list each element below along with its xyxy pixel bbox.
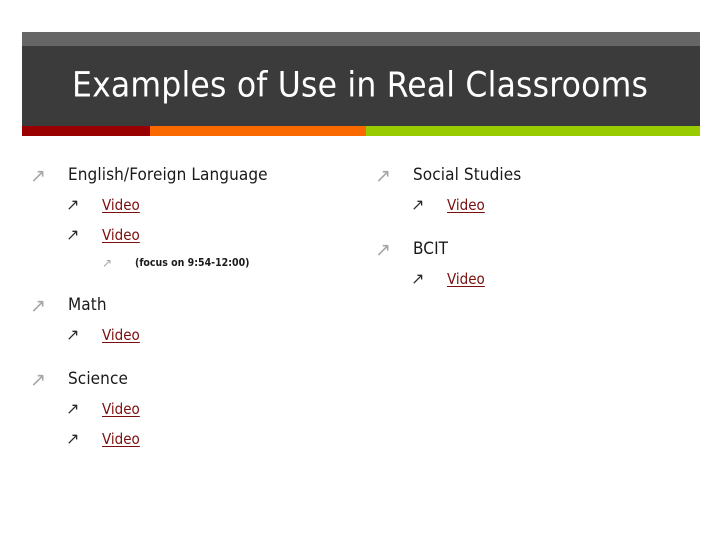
- accent-stripe-orange: [150, 126, 367, 136]
- arrow-bullet-icon: ↗: [66, 399, 80, 418]
- arrow-bullet-icon: ↗: [411, 195, 425, 214]
- bullet-row: ↗ Science: [30, 364, 360, 394]
- bullet-row: ↗ BCIT: [375, 234, 705, 264]
- sublist: ↗ Video ↗ Video: [30, 394, 360, 454]
- video-link[interactable]: Video: [447, 270, 485, 288]
- list-item: ↗ Social Studies ↗ Video: [375, 160, 705, 220]
- bullet-row: ↗ Video: [66, 394, 360, 424]
- list-item: ↗ Video: [66, 320, 360, 350]
- bullet-row: ↗ Video: [411, 264, 705, 294]
- bullet-row: ↗ Social Studies: [375, 160, 705, 190]
- accent-stripe-red: [22, 126, 151, 136]
- arrow-bullet-icon: ↗: [30, 164, 46, 187]
- right-bullet-list: ↗ Social Studies ↗ Video ↗ BCIT ↗ Video: [375, 160, 705, 294]
- accent-stripe: [22, 126, 700, 136]
- topic-label: Math: [68, 295, 107, 315]
- video-link[interactable]: Video: [447, 196, 485, 214]
- bullet-row: ↗ Video: [66, 220, 360, 250]
- right-column: ↗ Social Studies ↗ Video ↗ BCIT ↗ Video: [375, 160, 705, 294]
- list-item: ↗ Video: [66, 190, 360, 220]
- list-item: ↗ Math ↗ Video: [30, 290, 360, 350]
- list-item: ↗ Video: [411, 190, 705, 220]
- note-label: (focus on 9:54-12:00): [135, 257, 250, 269]
- list-item: ↗ English/Foreign Language ↗ Video ↗ Vid…: [30, 160, 360, 276]
- header-title-bar: Examples of Use in Real Classrooms: [22, 46, 700, 126]
- arrow-bullet-icon: ↗: [411, 269, 425, 288]
- bullet-row: ↗ English/Foreign Language: [30, 160, 360, 190]
- video-link[interactable]: Video: [102, 226, 140, 244]
- list-item: ↗ Video: [411, 264, 705, 294]
- video-link[interactable]: Video: [102, 196, 140, 214]
- arrow-bullet-icon: ↗: [102, 256, 113, 270]
- bullet-row: ↗ Video: [66, 424, 360, 454]
- arrow-bullet-icon: ↗: [66, 325, 80, 344]
- video-link[interactable]: Video: [102, 400, 140, 418]
- list-item: ↗ Science ↗ Video ↗ Video: [30, 364, 360, 454]
- list-item: ↗ (focus on 9:54-12:00): [102, 250, 360, 276]
- slide-header: Examples of Use in Real Classrooms: [22, 32, 700, 136]
- arrow-bullet-icon: ↗: [375, 164, 391, 187]
- bullet-row: ↗ (focus on 9:54-12:00): [102, 250, 360, 276]
- slide: Examples of Use in Real Classrooms ↗ Eng…: [0, 0, 720, 540]
- topic-label: Science: [68, 369, 129, 389]
- topic-label: BCIT: [413, 239, 449, 259]
- topic-label: English/Foreign Language: [68, 165, 268, 185]
- page-title: Examples of Use in Real Classrooms: [72, 65, 649, 106]
- list-item: ↗ Video ↗ (focus on 9:54-12:00): [66, 220, 360, 276]
- arrow-bullet-icon: ↗: [30, 368, 46, 391]
- video-link[interactable]: Video: [102, 430, 140, 448]
- arrow-bullet-icon: ↗: [66, 225, 80, 244]
- accent-stripe-green: [366, 126, 700, 136]
- list-item: ↗ Video: [66, 394, 360, 424]
- list-item: ↗ Video: [66, 424, 360, 454]
- arrow-bullet-icon: ↗: [30, 294, 46, 317]
- bullet-row: ↗ Math: [30, 290, 360, 320]
- sublist: ↗ Video: [30, 320, 360, 350]
- header-top-band: [22, 32, 700, 46]
- sublist: ↗ Video: [375, 190, 705, 220]
- topic-label: Social Studies: [413, 165, 522, 185]
- video-link[interactable]: Video: [102, 326, 140, 344]
- left-column: ↗ English/Foreign Language ↗ Video ↗ Vid…: [30, 160, 360, 454]
- sublist: ↗ Video: [375, 264, 705, 294]
- arrow-bullet-icon: ↗: [66, 195, 80, 214]
- bullet-row: ↗ Video: [66, 320, 360, 350]
- left-bullet-list: ↗ English/Foreign Language ↗ Video ↗ Vid…: [30, 160, 360, 454]
- list-item: ↗ BCIT ↗ Video: [375, 234, 705, 294]
- slide-body: ↗ English/Foreign Language ↗ Video ↗ Vid…: [0, 160, 720, 540]
- sublist: ↗ Video ↗ Video: [30, 190, 360, 276]
- bullet-row: ↗ Video: [66, 190, 360, 220]
- arrow-bullet-icon: ↗: [66, 429, 80, 448]
- sublist: ↗ (focus on 9:54-12:00): [66, 250, 360, 276]
- bullet-row: ↗ Video: [411, 190, 705, 220]
- arrow-bullet-icon: ↗: [375, 238, 391, 261]
